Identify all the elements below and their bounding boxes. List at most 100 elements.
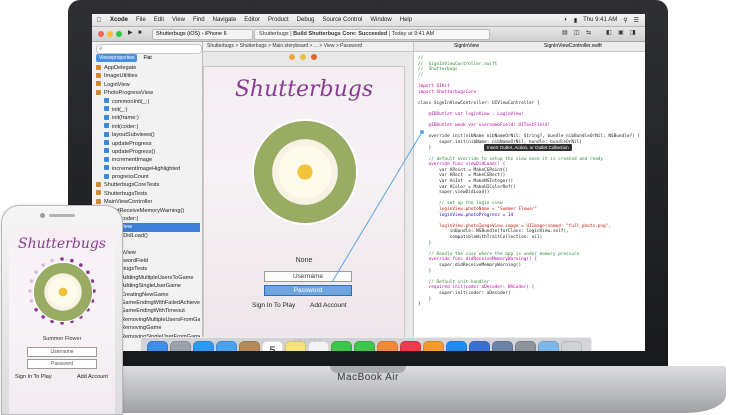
finder-icon[interactable] [147, 341, 168, 351]
run-icon[interactable]: ▶ [128, 29, 133, 38]
storyboard-jump-bar[interactable]: Shutterbugs > Shutterbugs > Main.storybo… [203, 42, 413, 52]
method-icon [104, 156, 109, 162]
calendar-icon[interactable]: 5 [262, 341, 283, 351]
navigator-item[interactable]: LoginView [94, 81, 200, 89]
stop-icon[interactable]: ■ [138, 29, 142, 38]
assistant-editor-icon[interactable]: ◫ [574, 29, 580, 38]
minimize-window-button[interactable] [107, 31, 113, 37]
code-editor[interactable]: SignInView SignInViewController.swift //… [414, 42, 645, 351]
menu-item-editor[interactable]: Editor [240, 17, 264, 23]
navigator-item[interactable]: init(coder:) [94, 123, 200, 131]
reminders-icon[interactable] [308, 341, 329, 351]
debug-area-toggle-icon[interactable]: ▣ [618, 29, 624, 38]
storyboard-scene[interactable]: Shutterbugs None Username Password Sign … [203, 66, 405, 338]
connection-tooltip: Insert Outlet, Action, or Outlet Collect… [484, 144, 572, 151]
menu-item-find[interactable]: Find [189, 17, 209, 23]
first-responder-icon[interactable] [300, 54, 306, 60]
navigator-item[interactable]: init(frame:) [94, 114, 200, 122]
notification-center-icon[interactable]: ☰ [634, 17, 639, 24]
apple-icon[interactable]:  [92, 17, 106, 24]
navigator-item[interactable]: updateProgress() [94, 148, 200, 156]
messages-icon[interactable] [354, 341, 375, 351]
contacts-icon[interactable] [239, 341, 260, 351]
menu-item-product[interactable]: Product [264, 17, 293, 23]
progress-dot [29, 279, 34, 283]
username-field[interactable]: Username [264, 271, 352, 282]
swift-file-icon [96, 64, 101, 70]
mail-icon[interactable] [216, 341, 237, 351]
navigator-search-icon[interactable]: ⚲ [96, 44, 202, 54]
scheme-selector[interactable]: Shutterbugs (iOS) › iPhone 6 [152, 29, 253, 40]
photos-icon[interactable] [377, 341, 398, 351]
iphone-username-field[interactable]: Username [27, 347, 97, 357]
navigator-item[interactable]: AppDelegate [94, 64, 200, 72]
navigator-tab-flat[interactable]: Flat [140, 54, 154, 62]
navigator-item[interactable]: init(_:) [94, 106, 200, 114]
close-window-button[interactable] [98, 31, 104, 37]
wifi-icon[interactable]: ◐ [564, 17, 568, 23]
navigator-item[interactable]: progressCount [94, 173, 200, 181]
navigator-tab-hierarchical[interactable]: Viewsproperties [96, 54, 138, 62]
menu-item-file[interactable]: File [132, 17, 150, 23]
editor-tab-view[interactable]: SignInView [454, 42, 479, 51]
app-store-icon[interactable] [446, 341, 467, 351]
menu-item-view[interactable]: View [168, 17, 189, 23]
notes-icon[interactable] [285, 341, 306, 351]
navigator-item[interactable]: ShutterbugsCoreTests [94, 181, 200, 189]
safari-icon[interactable] [193, 341, 214, 351]
menu-item-debug[interactable]: Debug [293, 17, 319, 23]
xcode-icon[interactable] [469, 341, 490, 351]
menu-item-help[interactable]: Help [396, 17, 416, 23]
version-editor-icon[interactable]: ⇆ [586, 29, 591, 38]
xcode-toolbar: ▶ ■ Shutterbugs (iOS) › iPhone 6 Shutter… [92, 27, 645, 42]
password-field[interactable]: Password [264, 285, 352, 296]
menu-item-edit[interactable]: Edit [150, 17, 168, 23]
editor-tab-controller[interactable]: SignInViewController.swift [544, 42, 602, 51]
books-icon[interactable] [423, 341, 444, 351]
iphone-password-field[interactable]: Password [27, 359, 97, 369]
navigator-tabs: Viewsproperties Flat [96, 54, 155, 62]
navigator-item[interactable]: ShutterbugsTests [94, 190, 200, 198]
menu-clock[interactable]: Thu 9:41 AM [583, 17, 617, 23]
navigator-item-label: updateProgress() [112, 148, 156, 155]
photo-name-label[interactable]: None [204, 257, 404, 264]
menu-item-navigate[interactable]: Navigate [209, 17, 241, 23]
navigator-item[interactable]: layoutSubviews() [94, 131, 200, 139]
system-preferences-icon[interactable] [515, 341, 536, 351]
menu-app-name[interactable]: Xcode [106, 17, 132, 23]
add-account-button[interactable]: Add Account [310, 302, 347, 309]
storyboard-canvas[interactable]: Shutterbugs > Shutterbugs > Main.storybo… [203, 42, 413, 351]
navigator-item-label: MainViewController [104, 199, 153, 206]
trash-icon[interactable] [561, 341, 582, 351]
navigator-item[interactable]: incrementImageHighlighted [94, 165, 200, 173]
source-code[interactable]: //// SignInViewController.swift// Shutte… [418, 56, 645, 308]
facetime-icon[interactable] [331, 341, 352, 351]
sign-in-button[interactable]: Sign In To Play [252, 302, 295, 309]
iphone-add-account-button[interactable]: Add Account [77, 374, 108, 380]
launchpad-icon[interactable] [170, 341, 191, 351]
instruments-icon[interactable] [492, 341, 513, 351]
standard-editor-icon[interactable]: ▤ [562, 29, 568, 38]
music-icon[interactable] [400, 341, 421, 351]
navigator-item-label: AppDelegate [104, 65, 137, 71]
menu-item-source-control[interactable]: Source Control [318, 17, 366, 23]
flower-photo[interactable] [252, 119, 358, 225]
menu-item-window[interactable]: Window [366, 17, 395, 23]
folder-icon[interactable] [538, 341, 559, 351]
navigator-item[interactable]: incrementImage [94, 156, 200, 164]
navigator-toggle-icon[interactable]: ◧ [606, 29, 612, 38]
navigator-item[interactable]: PhotoProgressView [94, 89, 200, 97]
exit-icon[interactable] [311, 54, 317, 60]
utilities-toggle-icon[interactable]: ◨ [630, 29, 636, 38]
iphone-app-title: Shutterbugs [18, 236, 106, 252]
spotlight-icon[interactable]: ⚲ [623, 17, 627, 24]
navigator-item[interactable]: updateProgress [94, 140, 200, 148]
battery-icon[interactable]: ▮ [574, 17, 577, 24]
view-controller-icon[interactable] [289, 54, 295, 60]
navigator-item[interactable]: commonInit(_:) [94, 98, 200, 106]
zoom-window-button[interactable] [116, 31, 122, 37]
swift-file-icon [96, 190, 101, 196]
navigator-item[interactable]: ImageUtilities [94, 72, 200, 80]
status-bar [9, 229, 115, 235]
iphone-sign-in-button[interactable]: Sign In To Play [15, 374, 52, 380]
